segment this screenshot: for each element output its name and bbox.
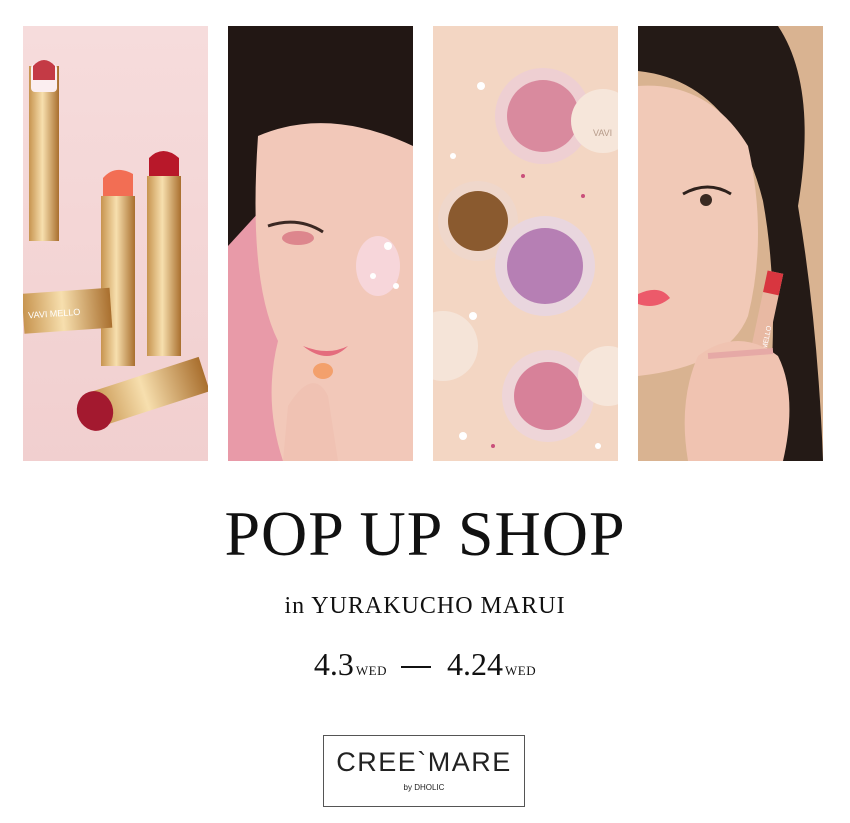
lipstick-photo: VAVI MELLO	[23, 26, 208, 461]
page-title: POP UP SHOP	[224, 498, 626, 569]
glitter-jars-photo: VAVI	[433, 26, 618, 461]
start-day: WED	[355, 663, 387, 678]
brand-sub: by DHOLIC	[403, 783, 445, 792]
brand-logo: CREE`MARE by DHOLIC	[323, 735, 525, 807]
date-range-dash	[401, 666, 431, 669]
end-day: WED	[505, 663, 537, 678]
event-dates: 4.3 WED 4.24 WED	[0, 648, 850, 680]
brand-name: CREE`MARE	[336, 747, 512, 777]
product-photo-strip: VAVI MELLO VAVI VAVI MELLO	[0, 0, 850, 470]
event-location: in YURAKUCHO MARUI	[284, 593, 566, 619]
model-glitter-photo	[228, 26, 413, 461]
model-lip-tint-photo: VAVI MELLO	[638, 26, 823, 461]
end-date: 4.24	[447, 646, 503, 682]
jar-brand-label: VAVI	[593, 128, 612, 138]
start-date: 4.3	[313, 646, 354, 682]
